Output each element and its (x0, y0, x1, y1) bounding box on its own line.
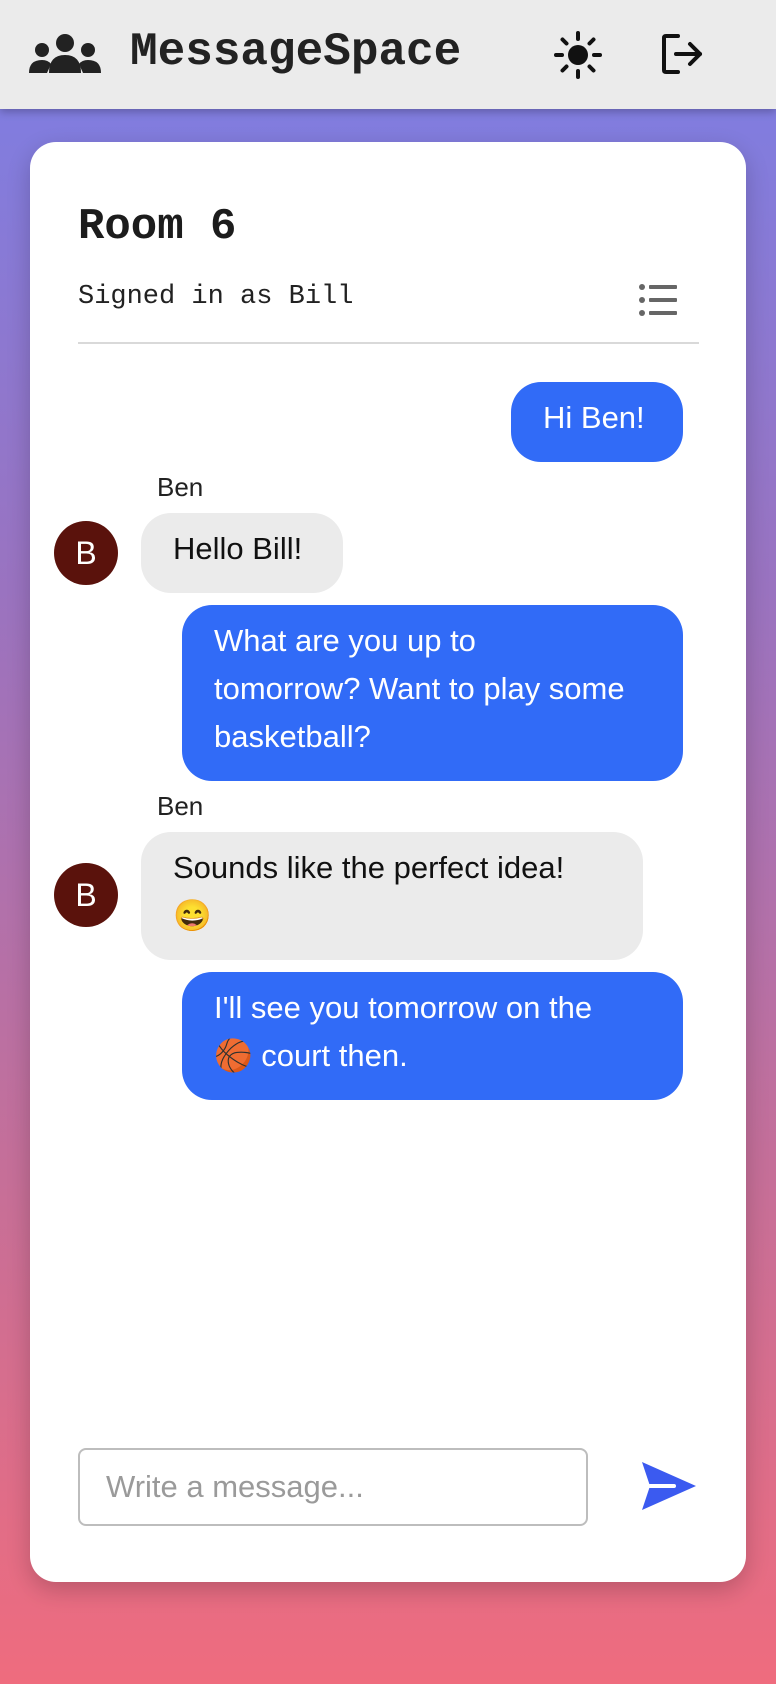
list-icon[interactable] (638, 282, 678, 318)
send-icon[interactable] (640, 1460, 698, 1512)
message-text: Hello Bill! (173, 531, 303, 566)
message-bubble-outgoing: What are you up to tomorrow? Want to pla… (182, 605, 683, 781)
message-input[interactable] (78, 1448, 588, 1526)
sun-icon[interactable] (554, 31, 602, 79)
users-group-icon (29, 34, 101, 73)
chat-room-card: Room 6 Signed in as Bill Hi Ben! Ben B H… (30, 142, 746, 1582)
message-text-line: 🏀 court then. (214, 1038, 408, 1073)
message-bubble-outgoing: Hi Ben! (511, 382, 683, 462)
message-bubble-outgoing: I'll see you tomorrow on the 🏀 court the… (182, 972, 683, 1100)
message-text-line: Sounds like the perfect idea! (173, 850, 565, 885)
message-bubble-incoming: Hello Bill! (141, 513, 343, 593)
message-text-line: tomorrow? Want to play some (214, 671, 625, 706)
message-text-line: 😄 (173, 898, 212, 933)
message-sender: Ben (157, 472, 204, 502)
top-app-bar: MessageSpace (0, 0, 776, 109)
message-text-line: basketball? (214, 719, 371, 754)
header-divider (78, 342, 699, 344)
avatar: B (54, 863, 118, 927)
app-title: MessageSpace (130, 26, 462, 78)
avatar: B (54, 521, 118, 585)
message-text-line: What are you up to (214, 623, 476, 658)
message-text: Hi Ben! (543, 400, 645, 435)
signed-in-label: Signed in as Bill (78, 282, 354, 312)
message-sender: Ben (157, 791, 204, 821)
room-title: Room 6 (78, 202, 237, 252)
message-text-line: I'll see you tomorrow on the (214, 990, 593, 1025)
message-bubble-incoming: Sounds like the perfect idea! 😄 (141, 832, 643, 960)
logout-icon[interactable] (660, 32, 704, 76)
